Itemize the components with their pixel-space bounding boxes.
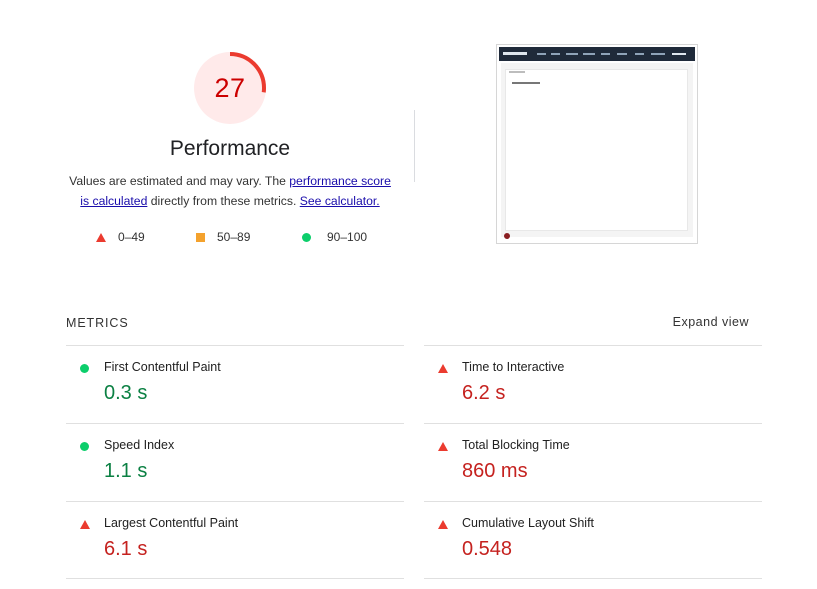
- metrics-header: METRICS: [66, 316, 129, 330]
- metric-first-contentful-paint: First Contentful Paint 0.3 s: [66, 345, 404, 423]
- thumbnail-content: [505, 69, 688, 231]
- thumbnail-logo: [503, 52, 527, 55]
- fail-triangle-icon: [80, 520, 90, 529]
- final-screenshot-thumbnail[interactable]: [496, 44, 698, 244]
- performance-description: Values are estimated and may vary. The p…: [66, 172, 394, 211]
- divider: [414, 110, 415, 182]
- description-text-mid: directly from these metrics.: [147, 193, 300, 208]
- legend-pass-label: 90–100: [327, 230, 368, 244]
- fail-triangle-icon: [438, 364, 448, 373]
- thumbnail-badge-icon: [504, 233, 510, 239]
- fail-triangle-icon: [438, 442, 448, 451]
- metric-speed-index: Speed Index 1.1 s: [66, 423, 404, 501]
- fail-triangle-icon: [438, 520, 448, 529]
- legend-average-label: 50–89: [217, 230, 251, 244]
- see-calculator-link[interactable]: See calculator.: [300, 194, 380, 208]
- score-gauge: 27: [192, 50, 268, 126]
- metrics-bottom-divider: [424, 578, 762, 579]
- metric-value: 0.548: [462, 538, 513, 560]
- legend-fail: 0–49: [96, 230, 145, 244]
- metric-value: 6.2 s: [462, 382, 506, 404]
- metric-time-to-interactive: Time to Interactive 6.2 s: [424, 345, 762, 423]
- score-value: 27: [214, 72, 246, 103]
- metric-label: Total Blocking Time: [462, 438, 570, 452]
- metric-label: Time to Interactive: [462, 360, 565, 374]
- legend-average: 50–89: [196, 230, 250, 244]
- pass-circle-icon: [80, 442, 89, 451]
- metric-total-blocking-time: Total Blocking Time 860 ms: [424, 423, 762, 501]
- triangle-icon: [96, 232, 106, 242]
- metric-cumulative-layout-shift: Cumulative Layout Shift 0.548: [424, 501, 762, 579]
- thumbnail-body: [501, 63, 693, 237]
- thumbnail-navbar: [499, 47, 695, 61]
- metric-value: 0.3 s: [104, 382, 148, 404]
- performance-title: Performance: [169, 137, 291, 160]
- metric-value: 860 ms: [462, 460, 528, 482]
- metric-value: 6.1 s: [104, 538, 148, 560]
- circle-icon: [302, 232, 311, 242]
- metric-largest-contentful-paint: Largest Contentful Paint 6.1 s: [66, 501, 404, 579]
- metric-label: Speed Index: [104, 438, 175, 452]
- pass-circle-icon: [80, 364, 89, 373]
- expand-view-button[interactable]: Expand view: [673, 315, 749, 329]
- square-icon: [196, 232, 205, 242]
- metric-value: 1.1 s: [104, 460, 148, 482]
- metric-label: First Contentful Paint: [104, 360, 221, 374]
- metric-label: Cumulative Layout Shift: [462, 516, 595, 530]
- metrics-bottom-divider: [66, 578, 404, 579]
- legend-fail-label: 0–49: [118, 230, 145, 244]
- description-text: Values are estimated and may vary. The: [69, 174, 290, 188]
- legend-pass: 90–100: [302, 230, 367, 244]
- metric-label: Largest Contentful Paint: [104, 516, 239, 530]
